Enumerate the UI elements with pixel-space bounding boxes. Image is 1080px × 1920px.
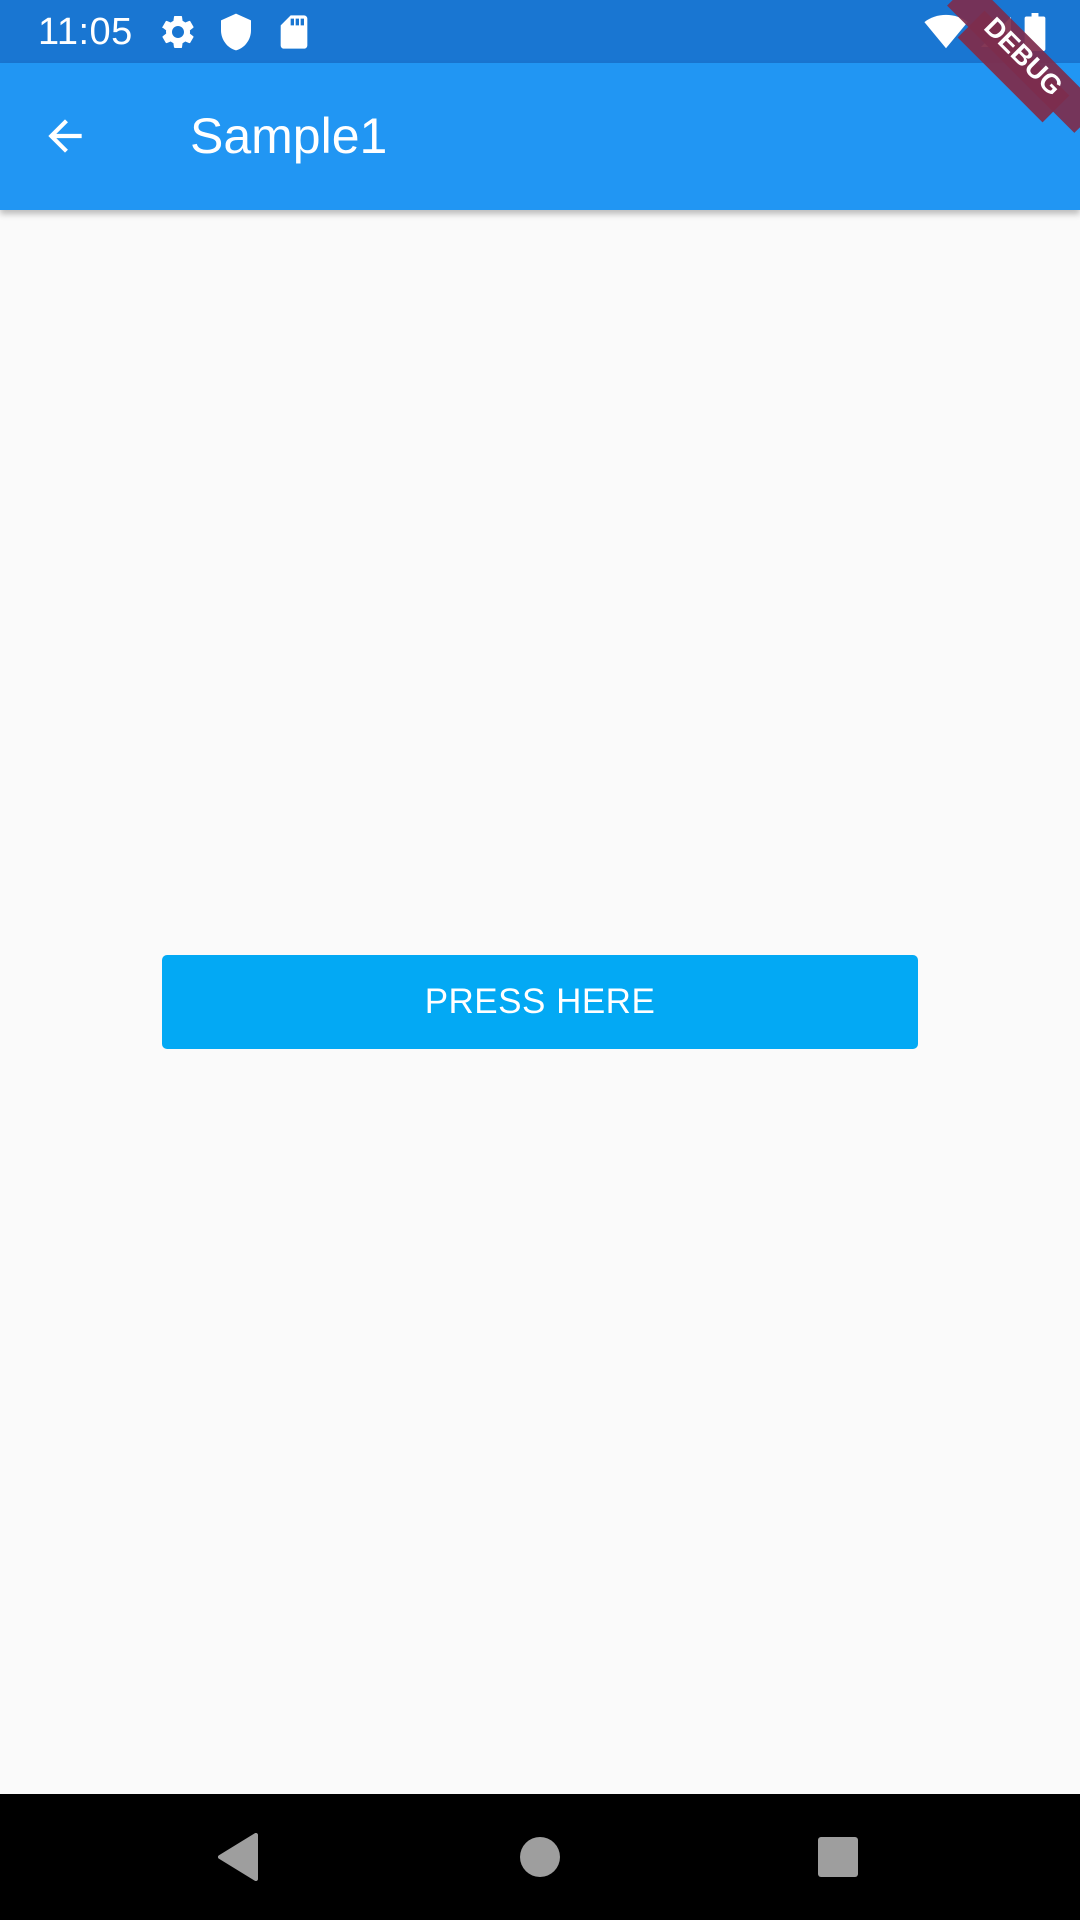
back-triangle-icon bbox=[217, 1833, 258, 1881]
nav-recents-button[interactable] bbox=[803, 1822, 873, 1892]
main-content: PRESS HERE bbox=[0, 210, 1080, 1794]
back-button[interactable] bbox=[30, 101, 100, 171]
page-title: Sample1 bbox=[190, 108, 388, 164]
sd-card-icon bbox=[280, 15, 308, 49]
wifi-icon bbox=[924, 14, 968, 49]
settings-icon bbox=[161, 15, 194, 48]
nav-back-button[interactable] bbox=[203, 1822, 273, 1892]
app-bar: Sample1 bbox=[0, 63, 1080, 210]
status-icons-left bbox=[158, 12, 332, 52]
press-here-button-label: PRESS HERE bbox=[424, 982, 656, 1021]
battery-icon bbox=[1024, 13, 1046, 51]
press-here-button[interactable]: PRESS HERE bbox=[162, 955, 918, 1049]
nav-home-button[interactable] bbox=[505, 1822, 575, 1892]
status-icons-right bbox=[914, 12, 1046, 52]
status-bar: 11:05 bbox=[0, 0, 1080, 63]
status-time: 11:05 bbox=[38, 11, 133, 53]
app-screen: 11:05 Sample1 PRESS HERE DEBUG bbox=[0, 0, 1080, 1920]
shield-icon bbox=[221, 13, 251, 51]
arrow-back-icon bbox=[48, 119, 82, 153]
cell-signal-icon bbox=[981, 17, 1011, 47]
recents-square-icon bbox=[818, 1837, 858, 1877]
navigation-bar bbox=[0, 1794, 1080, 1920]
home-circle-icon bbox=[520, 1837, 560, 1877]
